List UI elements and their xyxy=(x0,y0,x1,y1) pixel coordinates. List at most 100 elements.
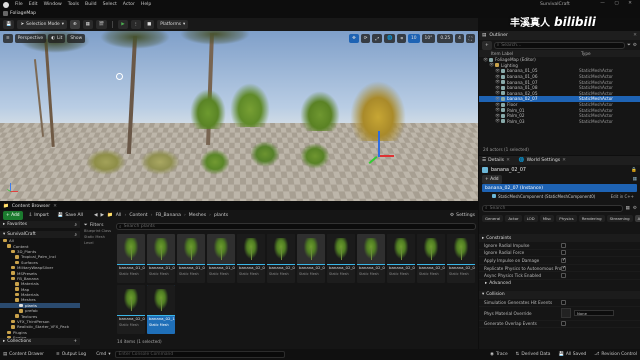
details-filter-tab-actor[interactable]: Actor xyxy=(505,215,521,222)
add-icon[interactable]: + xyxy=(73,339,77,344)
filter-icon[interactable]: ⏷ xyxy=(627,42,631,48)
details-filter-tab-streaming[interactable]: Streaming xyxy=(607,215,633,222)
rotate-tool-button[interactable]: ⟳ xyxy=(361,34,371,43)
breadcrumb-item[interactable]: Meshes xyxy=(189,213,206,218)
gear-icon[interactable]: ⚙ xyxy=(633,206,637,211)
add-button[interactable]: + Add xyxy=(3,211,23,220)
cmd-button[interactable]: Cmd ▾ xyxy=(96,352,110,357)
instance-row[interactable]: banana_02_07 (Instance) xyxy=(482,184,637,192)
menu-file[interactable]: File xyxy=(15,2,23,7)
unreal-logo-icon[interactable] xyxy=(3,2,9,8)
asset-tile[interactable]: banana_02_04 Static Mesh xyxy=(327,234,355,283)
details-filter-tab-general[interactable]: General xyxy=(482,215,503,222)
grid-snap-button[interactable]: 10 xyxy=(408,34,420,43)
settings-button[interactable]: ⚙ Settings xyxy=(450,213,475,218)
add-content-button[interactable]: ⊕ xyxy=(70,20,80,29)
collections-section[interactable]: ▸ Collections + xyxy=(0,338,80,345)
revision-control-button[interactable]: ⎇ Revision Control xyxy=(594,352,637,357)
output-log-button[interactable]: ≡ Output Log xyxy=(56,352,86,357)
close-icon[interactable]: ✕ xyxy=(633,33,637,38)
import-button[interactable]: ⇩ Import xyxy=(26,211,52,220)
breadcrumb-item[interactable]: All xyxy=(116,213,122,218)
constraints-category[interactable]: ▸ Constraints xyxy=(479,234,640,242)
transform-gizmo-x[interactable] xyxy=(380,155,394,157)
menu-build[interactable]: Build xyxy=(85,2,97,7)
transform-gizmo[interactable] xyxy=(378,131,380,157)
details-tab[interactable]: ☰ Details ✕ xyxy=(482,158,510,163)
selection-mode-button[interactable]: ➤ Selection Mode ▾ xyxy=(17,20,67,29)
console-input[interactable]: Enter Console Command xyxy=(115,351,285,358)
maximize-viewport-button[interactable]: ⛶ xyxy=(466,34,475,43)
asset-tile[interactable]: banana_02_09 Static Mesh xyxy=(117,285,145,334)
asset-tile[interactable]: banana_01_08 Static Mesh xyxy=(207,234,235,283)
property-checkbox[interactable] xyxy=(561,243,566,248)
play-button[interactable]: ▶ xyxy=(118,20,127,29)
menu-edit[interactable]: Edit xyxy=(29,2,38,7)
forward-icon[interactable]: ▶ xyxy=(100,213,104,218)
cinematics-button[interactable]: 🎬 xyxy=(96,20,107,29)
viewport-menu-button[interactable]: ≡ xyxy=(3,34,13,43)
phys-material-dropdown[interactable]: None xyxy=(574,310,614,316)
perspective-button[interactable]: Perspective xyxy=(15,34,46,43)
menu-window[interactable]: Window xyxy=(44,2,62,7)
edit-in-cpp-link[interactable]: Edit in C++ xyxy=(611,194,634,199)
asset-tile[interactable]: banana_02_02 Static Mesh xyxy=(267,234,295,283)
project-section[interactable]: ▾ SurvivalCraft ⌕ xyxy=(0,231,80,238)
outliner-add-button[interactable]: + xyxy=(482,41,492,50)
asset-tile[interactable]: banana_01_07 Static Mesh xyxy=(177,234,205,283)
property-checkbox[interactable] xyxy=(561,321,566,326)
play-options-button[interactable]: ⋮ xyxy=(131,20,141,29)
asset-tile[interactable]: banana_02_08 Static Mesh xyxy=(447,234,475,283)
asset-tile[interactable]: banana_02_06 Static Mesh xyxy=(387,234,415,283)
outliner-row[interactable]: 👁 Palm_03 StaticMeshActor xyxy=(479,119,640,125)
outliner-col-type[interactable]: Type xyxy=(581,51,591,56)
platforms-button[interactable]: Platforms ▾ xyxy=(157,20,188,29)
details-actor-name[interactable]: banana_02_07 xyxy=(491,168,526,173)
all-saved-button[interactable]: 💾 All Saved xyxy=(558,352,586,357)
search-icon[interactable]: ⌕ xyxy=(75,222,77,228)
filter-item[interactable]: Level xyxy=(84,241,113,247)
scale-tool-button[interactable]: ⤢ xyxy=(372,34,382,43)
asset-tile[interactable]: banana_01_05 Static Mesh xyxy=(117,234,145,283)
asset-tile[interactable]: banana_02_03 Static Mesh xyxy=(297,234,325,283)
asset-tile[interactable]: banana_02_05 Static Mesh xyxy=(357,234,385,283)
blueprint-button[interactable]: ▦ xyxy=(83,20,93,29)
asset-tile[interactable]: banana_02_10 Static Mesh xyxy=(147,285,175,334)
lit-button[interactable]: ◐ Lit xyxy=(48,34,65,43)
show-button[interactable]: Show xyxy=(67,34,85,43)
surface-snap-button[interactable]: ⌗ xyxy=(397,34,405,43)
level-viewport[interactable]: ≡ Perspective ◐ Lit Show ✥ ⟳ ⤢ 🌐 ⌗ 10 10°… xyxy=(0,31,478,201)
asset-tile[interactable]: banana_02_07 Static Mesh xyxy=(417,234,445,283)
asset-tile[interactable]: banana_02_01 Static Mesh xyxy=(237,234,265,283)
stop-button[interactable]: ■ xyxy=(144,20,154,29)
grid-icon[interactable]: ▦ xyxy=(626,206,630,211)
blueprint-icon[interactable]: ▦ xyxy=(633,177,637,182)
back-icon[interactable]: ◀ xyxy=(94,213,98,218)
gear-icon[interactable]: ⚙ xyxy=(633,43,637,48)
save-icon-button[interactable]: 💾 xyxy=(3,20,14,29)
property-checkbox[interactable] xyxy=(561,258,566,263)
details-filter-tab-lod[interactable]: LOD xyxy=(524,215,538,222)
rotation-snap-button[interactable]: 10° xyxy=(422,34,436,43)
world-local-button[interactable]: 🌐 xyxy=(384,34,395,43)
details-search-input[interactable]: ⌕ Search xyxy=(482,205,623,212)
material-thumbnail[interactable] xyxy=(561,308,571,318)
filters-button[interactable]: ⏷ Filters xyxy=(84,221,113,229)
content-drawer-button[interactable]: ▤ Content Drawer xyxy=(3,352,44,357)
light-actor-icon[interactable] xyxy=(116,73,123,80)
save-all-button[interactable]: 💾 Save All xyxy=(55,211,86,220)
lock-icon[interactable]: 🔒 xyxy=(631,168,637,173)
property-checkbox[interactable] xyxy=(561,266,566,271)
details-filter-tab-rendering[interactable]: Rendering xyxy=(579,215,605,222)
property-checkbox[interactable] xyxy=(561,300,566,305)
close-icon[interactable]: ✕ xyxy=(506,158,510,163)
menu-select[interactable]: Select xyxy=(103,2,117,7)
collision-category[interactable]: ▾ Collision xyxy=(479,291,640,299)
advanced-category[interactable]: ▸ Advanced xyxy=(479,280,640,288)
asset-search-input[interactable]: ⌕ Search plants xyxy=(116,223,476,230)
scale-snap-button[interactable]: 0.25 xyxy=(437,34,453,43)
breadcrumb-item[interactable]: FB_Banana xyxy=(155,213,181,218)
menu-tools[interactable]: Tools xyxy=(68,2,79,7)
property-checkbox[interactable] xyxy=(561,250,566,255)
breadcrumb-item[interactable]: Content xyxy=(129,213,147,218)
